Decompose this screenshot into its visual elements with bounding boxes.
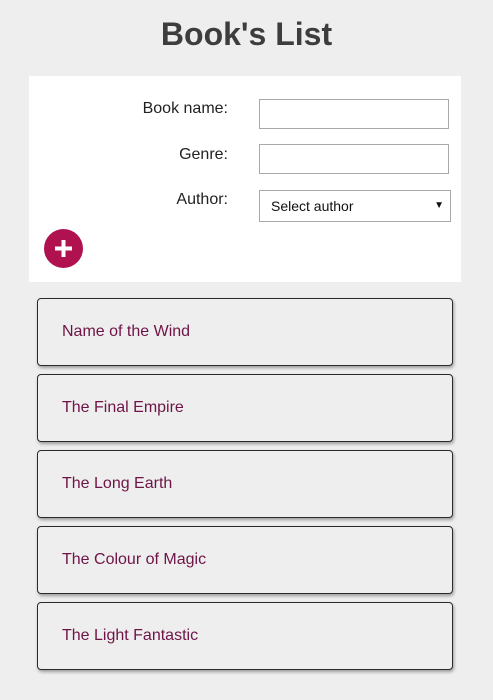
author-select-value: Select author bbox=[271, 198, 354, 214]
book-list-item[interactable]: The Final Empire bbox=[37, 374, 453, 442]
add-book-form: Book name: Genre: Author: Select author … bbox=[29, 76, 461, 282]
book-title: The Light Fantastic bbox=[62, 627, 199, 644]
book-title: Name of the Wind bbox=[62, 323, 191, 340]
book-list-item[interactable]: Name of the Wind bbox=[37, 298, 453, 366]
book-title: The Long Earth bbox=[62, 475, 173, 492]
author-label: Author: bbox=[176, 191, 228, 208]
book-name-input[interactable] bbox=[259, 99, 449, 129]
book-title: The Colour of Magic bbox=[62, 551, 207, 568]
book-title: The Final Empire bbox=[62, 399, 184, 416]
genre-input[interactable] bbox=[259, 144, 449, 174]
book-list-item[interactable]: The Long Earth bbox=[37, 450, 453, 518]
book-list-item[interactable]: The Colour of Magic bbox=[37, 526, 453, 594]
page-title: Book's List bbox=[160, 16, 333, 52]
book-list: Name of the Wind The Final Empire The Lo… bbox=[37, 298, 453, 678]
add-book-button[interactable] bbox=[44, 229, 83, 268]
book-list-item[interactable]: The Light Fantastic bbox=[37, 602, 453, 670]
genre-label: Genre: bbox=[179, 146, 228, 163]
book-name-label: Book name: bbox=[142, 100, 228, 117]
chevron-down-icon: ▼ bbox=[434, 200, 444, 211]
author-select[interactable]: Select author ▼ bbox=[259, 190, 451, 222]
plus-icon bbox=[55, 240, 72, 257]
